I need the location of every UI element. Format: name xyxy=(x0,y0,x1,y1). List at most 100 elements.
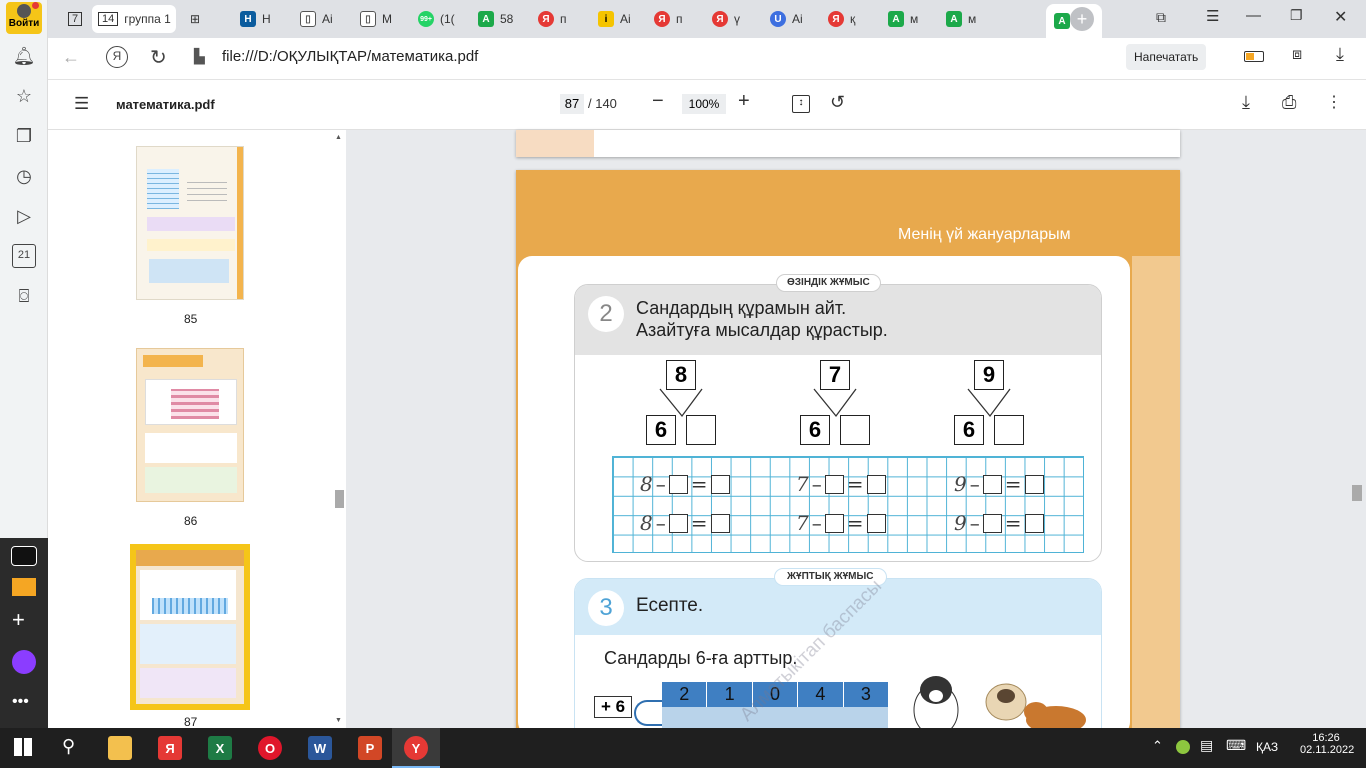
language-indicator[interactable]: ҚАЗ xyxy=(1256,740,1278,754)
start-icon[interactable] xyxy=(14,738,32,756)
profile-button[interactable]: Войти xyxy=(6,2,42,34)
pdf-filename: математика.pdf xyxy=(116,97,215,112)
tab-4[interactable]: 99+ (1( xyxy=(412,5,468,33)
new-tab-button[interactable]: + xyxy=(1070,7,1094,31)
equation-row: 8– = xyxy=(640,511,730,535)
minimize-icon[interactable]: — xyxy=(1246,7,1261,24)
thumbnail-label: 86 xyxy=(184,514,198,528)
thumbnail-page-86[interactable] xyxy=(136,348,244,502)
keyboard-icon[interactable]: ⌨ xyxy=(1226,737,1246,754)
yandex-icon[interactable]: Я xyxy=(158,736,182,760)
download-icon[interactable]: ⤓ xyxy=(1336,44,1344,65)
url-field[interactable]: file:///D:/ОҚУЛЫҚТАР/математика.pdf xyxy=(222,48,478,65)
play-icon[interactable]: ▷ xyxy=(12,204,36,228)
tab-3[interactable]: ▯ M xyxy=(354,5,410,33)
sidebar-menu-icon[interactable]: ☰ xyxy=(74,94,89,114)
fit-page-icon[interactable]: ↕ xyxy=(792,95,810,113)
battery-icon[interactable] xyxy=(1244,51,1264,62)
viewer-scrollbar-thumb[interactable] xyxy=(1352,485,1362,501)
mail-icon[interactable] xyxy=(12,578,36,596)
task-instruction: Сандарды 6-ға арттыр. xyxy=(604,648,798,668)
profile-label: Войти xyxy=(8,18,40,29)
bell-icon[interactable]: 🔔︎ xyxy=(12,44,36,68)
tree-empty-box xyxy=(840,415,870,445)
clock[interactable]: 16:26 02.11.2022 xyxy=(1300,732,1355,756)
tray-app-icon[interactable] xyxy=(1176,740,1190,754)
screenshot-icon[interactable]: ⌼ xyxy=(12,284,36,308)
collections-icon[interactable]: ❐ xyxy=(12,124,36,148)
tab-12[interactable]: Aм xyxy=(882,5,938,33)
file-icon: ▙ xyxy=(194,48,205,64)
zoom-out-icon[interactable]: − xyxy=(652,90,664,113)
word-icon[interactable]: W xyxy=(308,736,332,760)
tab-1[interactable]: НН xyxy=(234,5,290,33)
thumbnail-page-85[interactable] xyxy=(136,146,244,300)
opera-icon[interactable]: O xyxy=(258,736,282,760)
tab-13[interactable]: Aм xyxy=(940,5,996,33)
search-icon[interactable]: ⚲ xyxy=(62,736,75,757)
tab-9[interactable]: Яү xyxy=(706,5,762,33)
tab-7[interactable]: i Ai xyxy=(592,5,648,33)
print-icon[interactable]: ⎙ xyxy=(1282,92,1296,113)
tree-left-box: 6 xyxy=(646,415,676,445)
restore-icon[interactable]: ❐ xyxy=(1290,7,1303,24)
equation-row: 7– = xyxy=(796,472,886,496)
tab-groups-button[interactable]: 7 xyxy=(54,5,90,33)
print-button[interactable]: Напечатать xyxy=(1126,44,1207,70)
new-group-icon[interactable]: ⊞ xyxy=(184,5,210,33)
tab-8[interactable]: Яп xyxy=(648,5,704,33)
more-icon[interactable]: ••• xyxy=(12,693,29,711)
tab-favicon: Н xyxy=(240,11,256,27)
powerpoint-icon[interactable]: P xyxy=(358,736,382,760)
table-cell: 4 xyxy=(798,682,844,707)
thumbnail-scrollbar[interactable]: ▲ ▼ xyxy=(335,134,345,724)
reload-icon[interactable]: ↻ xyxy=(150,45,167,70)
extensions-icon[interactable]: ⧈ xyxy=(1292,46,1302,64)
tray-chevron-icon[interactable]: ⌃ xyxy=(1152,738,1163,754)
excel-icon[interactable]: X xyxy=(208,736,232,760)
thumbnail-label: 87 xyxy=(184,715,198,729)
page-total: / 140 xyxy=(588,96,617,111)
table-cell: 3 xyxy=(860,684,871,704)
calendar-icon[interactable]: 21 xyxy=(12,244,36,268)
tab-group-1[interactable]: 14 группа 1 xyxy=(92,5,176,33)
pdf-toolbar: ☰ математика.pdf 87 / 140 − 100% + ↕ ↺ ⤓… xyxy=(48,80,1366,130)
download-pdf-icon[interactable]: ⤓ xyxy=(1242,92,1250,113)
operation-box: + 6 xyxy=(594,696,632,718)
back-icon[interactable]: ← xyxy=(62,47,80,68)
close-window-icon[interactable]: ✕ xyxy=(1334,7,1347,27)
tree-top-box: 8 xyxy=(666,360,696,390)
equation-row: 9– = xyxy=(954,511,1044,535)
menu-icon[interactable]: ☰ xyxy=(1206,7,1219,25)
tab-11[interactable]: Яқ xyxy=(822,5,878,33)
history-icon[interactable]: ◷ xyxy=(12,164,36,188)
rotate-icon[interactable]: ↺ xyxy=(830,92,845,113)
zoom-input[interactable]: 100% xyxy=(682,94,726,114)
tab-10[interactable]: U Ai xyxy=(764,5,820,33)
whatsapp-icon: 99+ xyxy=(418,11,434,27)
taskbar-active-app[interactable]: Y xyxy=(392,728,440,768)
folder-icon[interactable] xyxy=(108,736,132,760)
browser-side-rail: Войти 🔔︎ ☆ ❐ ◷ ▷ 21 ⌼ + ••• xyxy=(0,0,48,728)
tab-group-label: группа 1 xyxy=(124,12,171,26)
thumbnail-page-87-selected[interactable] xyxy=(130,544,250,710)
tab-2[interactable]: ▯ Ai xyxy=(294,5,350,33)
yandex-icon[interactable]: Я xyxy=(106,46,128,68)
more-options-icon[interactable]: ⋮ xyxy=(1326,92,1342,112)
zoom-in-icon[interactable]: + xyxy=(738,90,750,113)
alice-app-icon[interactable] xyxy=(11,546,37,566)
date: 02.11.2022 xyxy=(1300,744,1355,756)
add-app-icon[interactable]: + xyxy=(12,609,25,631)
equation-row: 9– = xyxy=(954,472,1044,496)
tab-5[interactable]: A 58 xyxy=(472,5,528,33)
previous-page xyxy=(516,130,1180,157)
table-cell: 2 xyxy=(662,682,708,707)
chat-icon[interactable]: ▤ xyxy=(1200,737,1213,754)
tab-manager-icon[interactable]: ⧉ xyxy=(1156,9,1166,26)
document-icon: ▯ xyxy=(300,11,316,27)
tab-6[interactable]: Яп xyxy=(532,5,588,33)
star-icon[interactable]: ☆ xyxy=(12,84,36,108)
page-number-input[interactable]: 87 xyxy=(560,94,584,114)
tree-empty-box xyxy=(994,415,1024,445)
alice-assistant-icon[interactable] xyxy=(12,650,36,674)
